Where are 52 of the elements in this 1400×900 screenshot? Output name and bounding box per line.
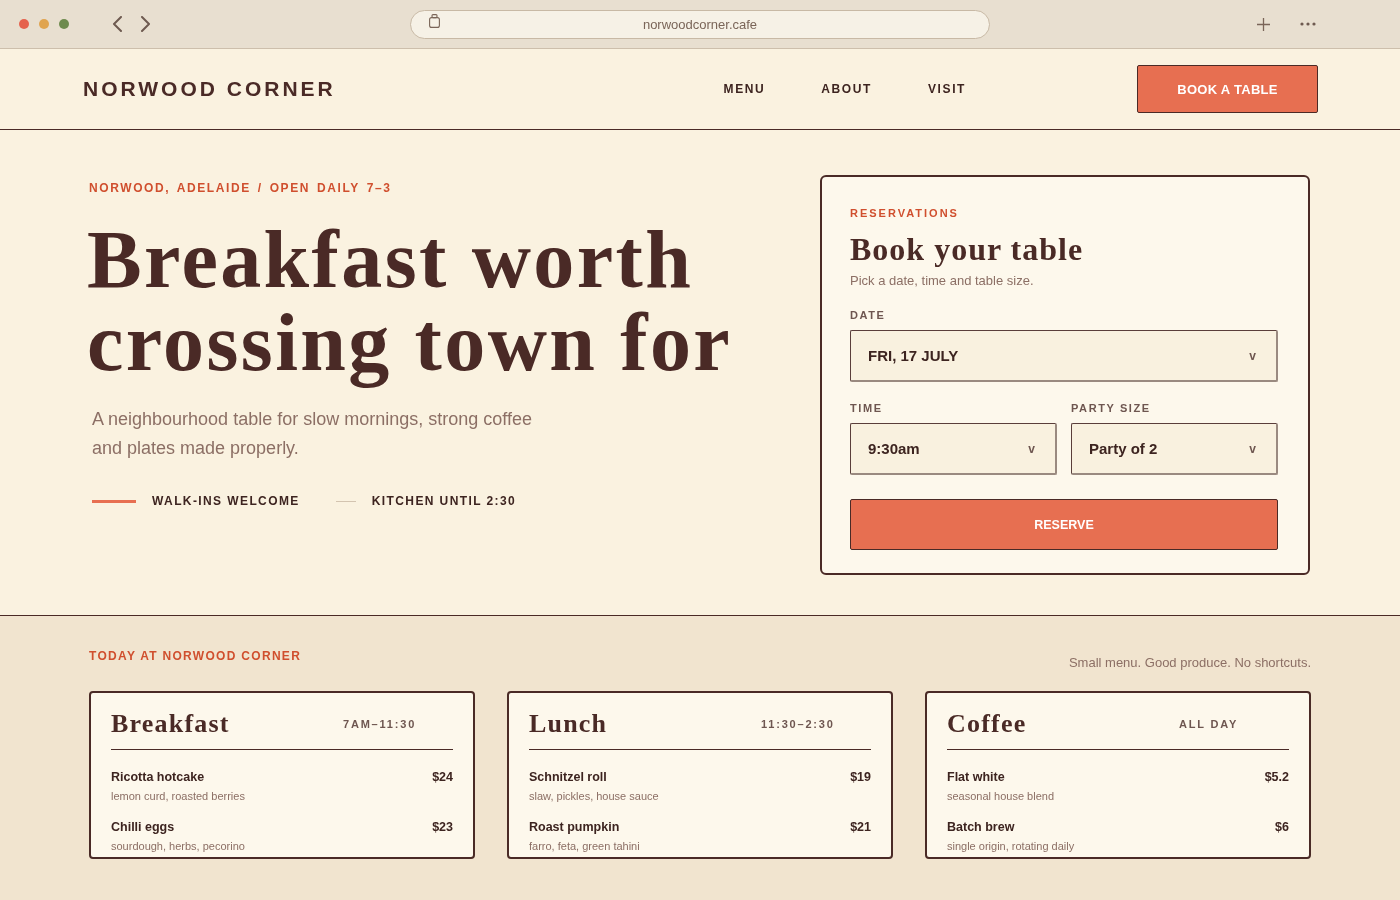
field-label: DATE (850, 309, 887, 322)
card-hours: 11:30–2:30 (761, 718, 836, 730)
item-name: Schnitzel roll (529, 770, 607, 785)
item-price: $19 (850, 770, 871, 785)
note-label: KITCHEN UNTIL 2:30 (371, 494, 517, 508)
card-title: Lunch (529, 709, 609, 739)
back-icon[interactable] (111, 16, 123, 32)
caret-icon: v (1249, 441, 1256, 456)
lock-icon (429, 13, 440, 28)
card-subtitle: Pick a date, time and table size. (850, 273, 1035, 289)
card-heading: Book your table (850, 231, 1085, 267)
section-eyebrow: TODAY AT NORWOOD CORNER (89, 649, 302, 663)
site-logo[interactable]: NORWOOD CORNER (83, 77, 336, 101)
item-price: $23 (432, 820, 453, 835)
location-hours-eyebrow: NORWOOD, ADELAIDE / OPEN DAILY 7–3 (89, 181, 393, 195)
more-icon[interactable] (1300, 22, 1316, 26)
hero-description: A neighbourhood table for slow mornings, strong coffee and plates made properly. (92, 408, 533, 460)
select-field[interactable]: 9:30am v (850, 423, 1057, 475)
field-label: TIME (850, 402, 884, 415)
item-description: single origin, rotating daily (947, 840, 1076, 853)
item-price: $6 (1275, 820, 1289, 835)
item-price: $21 (850, 820, 871, 835)
card-title: Breakfast (111, 709, 231, 739)
item-description: slaw, pickles, house sauce (529, 790, 660, 803)
nav-link[interactable]: MENU (723, 82, 766, 96)
field-label: PARTY SIZE (1071, 402, 1152, 415)
item-name: Batch brew (947, 820, 1015, 835)
item-description: farro, feta, green tahini (529, 840, 641, 853)
caret-icon: v (1028, 441, 1035, 456)
caret-icon: v (1249, 348, 1256, 363)
nav-link[interactable]: ABOUT (821, 82, 872, 96)
address-bar[interactable]: norwoodcorner.cafe (410, 9, 990, 39)
item-price: $5.2 (1264, 770, 1289, 785)
item-name: Ricotta hotcake (111, 770, 205, 785)
card-title: Coffee (947, 709, 1028, 739)
card-hours: 7AM–11:30 (343, 718, 418, 730)
item-price: $24 (432, 770, 453, 785)
note-label: WALK-INS WELCOME (152, 494, 300, 508)
forward-icon[interactable] (140, 16, 152, 32)
select-field[interactable]: Party of 2 v (1071, 423, 1278, 475)
item-name: Flat white (947, 770, 1005, 785)
item-description: seasonal house blend (947, 790, 1056, 803)
item-description: lemon curd, roasted berries (111, 790, 246, 803)
plus-icon[interactable] (1257, 17, 1270, 31)
item-description: sourdough, herbs, pecorino (111, 840, 246, 853)
card-eyebrow: RESERVATIONS (850, 207, 960, 220)
section-tagline: Small menu. Good produce. No shortcuts. (1068, 655, 1311, 671)
item-name: Roast pumpkin (529, 820, 620, 835)
nav-link[interactable]: VISIT (928, 82, 966, 96)
item-name: Chilli eggs (111, 820, 175, 835)
card-hours: ALL DAY (1179, 718, 1240, 730)
select-field[interactable]: FRI, 17 JULY v (850, 330, 1278, 382)
